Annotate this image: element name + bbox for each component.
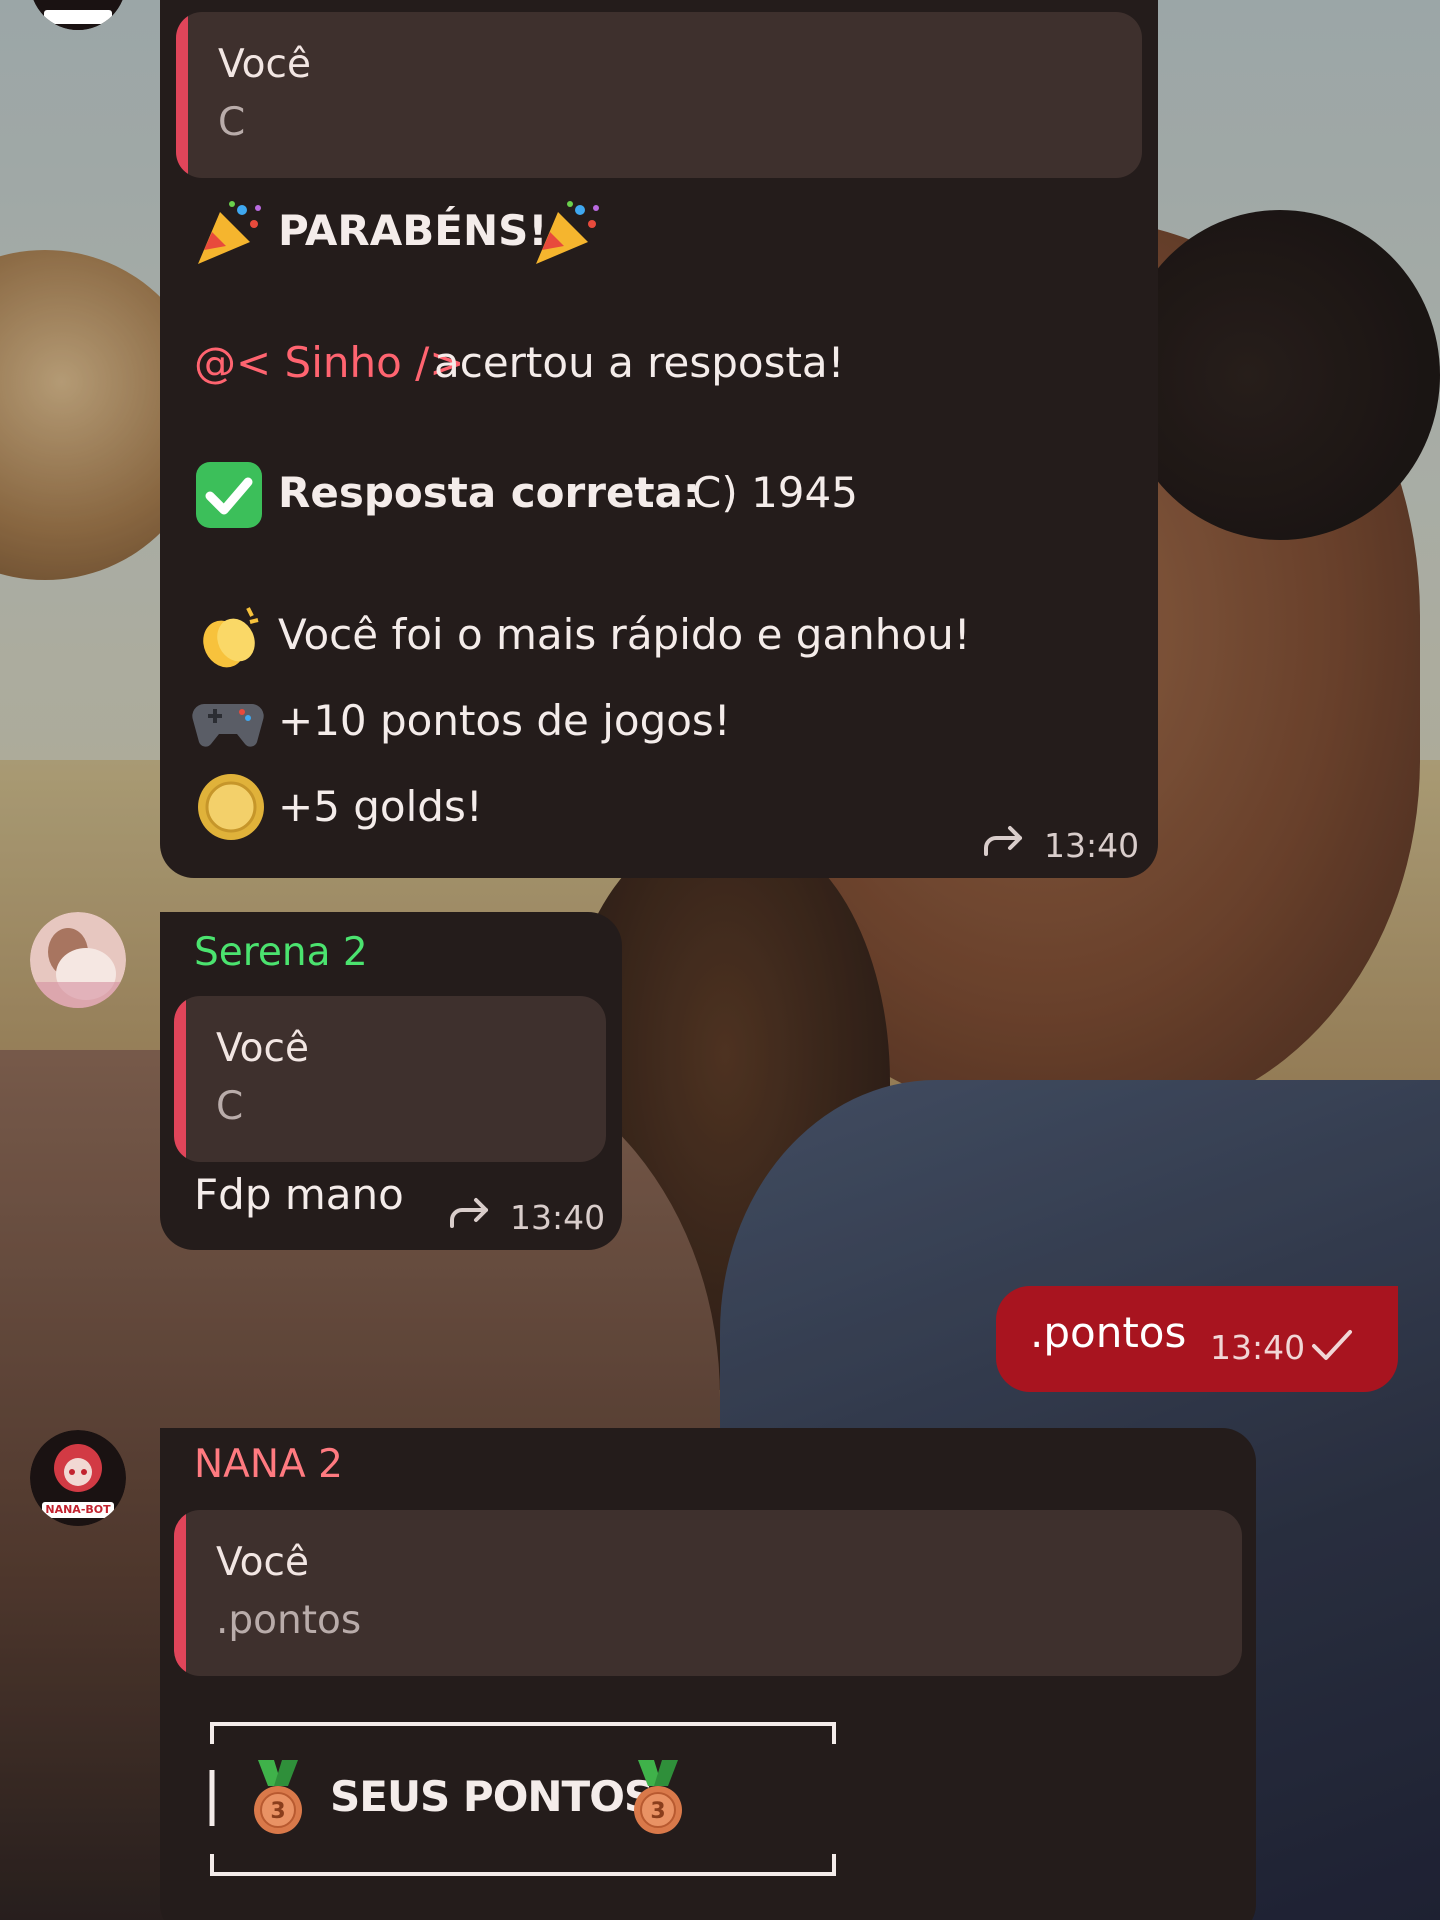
svg-text:3: 3	[270, 1799, 285, 1824]
congrats-title: PARABÉNS!	[278, 206, 548, 255]
quote-text: C	[216, 1084, 244, 1129]
forward-icon[interactable]	[448, 1196, 492, 1232]
party-popper-icon	[192, 198, 264, 274]
bronze-medal-icon: 3	[248, 1760, 308, 1840]
message-timestamp: 13:40	[1210, 1328, 1306, 1367]
message-bubble-nana[interactable]: NANA 2 Você .pontos 3 SEUS PONTOS 3	[160, 1428, 1256, 1920]
game-controller-icon	[192, 690, 264, 754]
clapping-hands-icon	[192, 602, 264, 678]
answer-label: Resposta correta:	[278, 468, 700, 517]
reply-quote[interactable]: Você .pontos	[174, 1510, 1242, 1676]
golds-text: +5 golds!	[278, 782, 483, 831]
message-timestamp: 13:40	[510, 1198, 606, 1237]
message-bubble-serena[interactable]: Serena 2 Você C Fdp mano 13:40	[160, 912, 622, 1250]
sender-name[interactable]: Serena 2	[194, 930, 368, 975]
message-timestamp: 13:40	[1044, 826, 1140, 865]
forward-icon[interactable]	[982, 824, 1026, 860]
points-box: 3 SEUS PONTOS 3	[208, 1718, 838, 1880]
sender-name[interactable]: NANA 2	[194, 1442, 343, 1487]
reply-quote[interactable]: Você C	[174, 996, 606, 1162]
message-bubble-congratulations[interactable]: Você C PARABÉNS! @< Sinho /> acertou a r…	[160, 0, 1158, 878]
serena-avatar[interactable]	[30, 912, 126, 1008]
bronze-medal-icon: 3	[628, 1760, 688, 1840]
answer-value: C) 1945	[692, 468, 858, 517]
nana-bot-avatar[interactable]: NANA-BOT	[30, 1430, 126, 1526]
quote-text: C	[218, 100, 246, 145]
avatar-label: NANA-BOT	[45, 1503, 111, 1516]
mention-rest-text: acertou a resposta!	[434, 338, 845, 387]
message-text: Fdp mano	[194, 1170, 404, 1219]
message-text: .pontos	[1030, 1308, 1187, 1357]
game-points-text: +10 pontos de jogos!	[278, 696, 731, 745]
coin-icon	[196, 772, 266, 846]
reply-quote[interactable]: Você C	[176, 12, 1142, 178]
points-box-title: SEUS PONTOS	[330, 1772, 654, 1821]
message-bubble-outgoing[interactable]: .pontos 13:40	[996, 1286, 1398, 1392]
mention-link[interactable]: @< Sinho />	[194, 338, 465, 387]
fast-winner-text: Você foi o mais rápido e ganhou!	[278, 610, 971, 659]
quote-author: Você	[218, 42, 311, 87]
sent-check-icon	[1310, 1328, 1354, 1364]
check-mark-button-icon	[194, 460, 264, 534]
quote-author: Você	[216, 1540, 309, 1585]
quote-text: .pontos	[216, 1598, 362, 1643]
quote-author: Você	[216, 1026, 309, 1071]
svg-text:3: 3	[650, 1799, 665, 1824]
party-popper-icon	[530, 198, 602, 274]
